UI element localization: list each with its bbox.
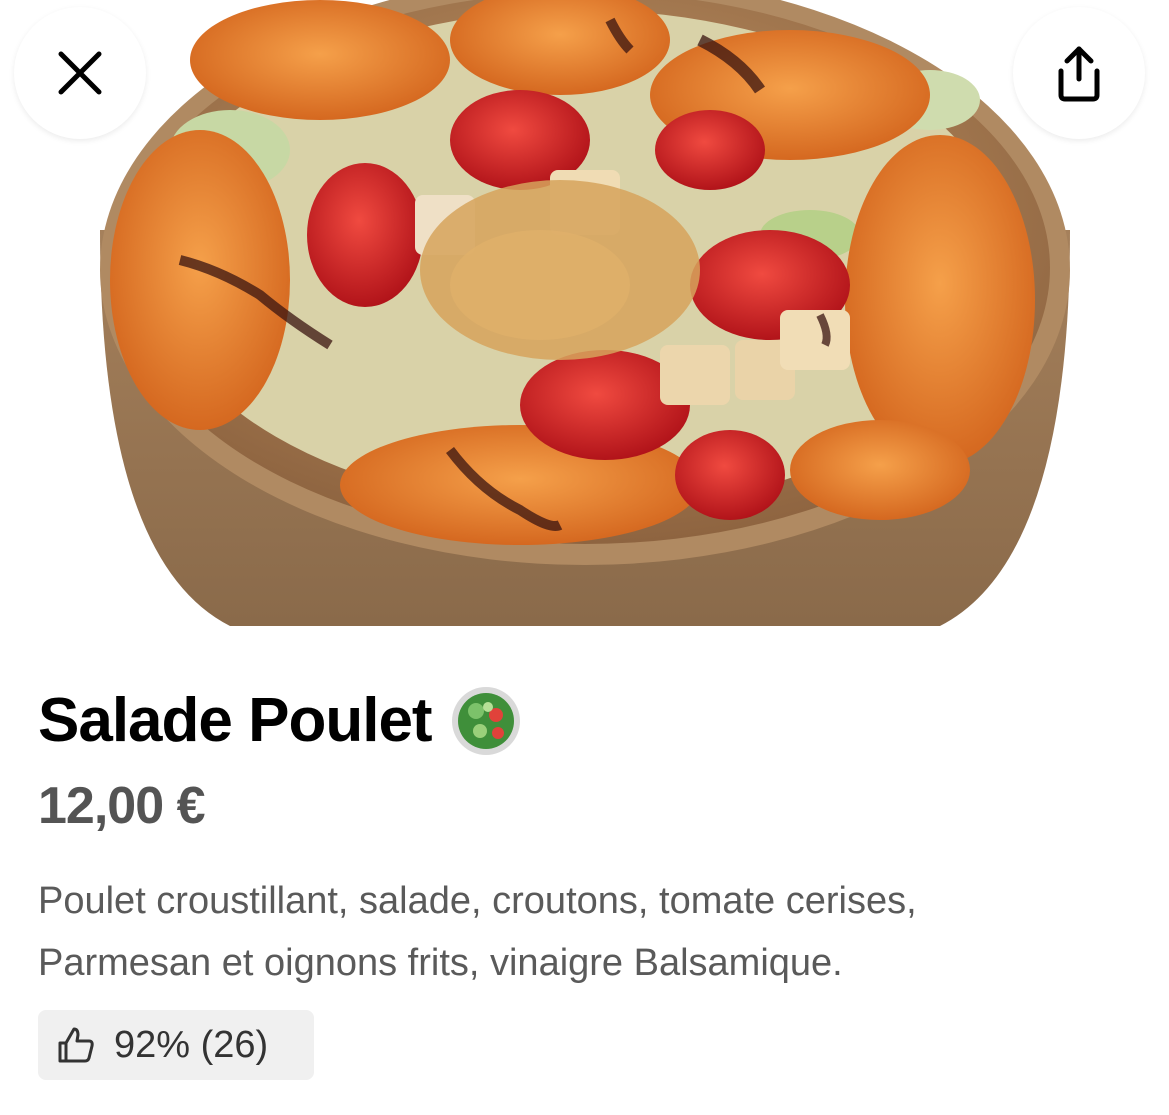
- green-salad-emoji: [451, 687, 520, 755]
- rating-badge: 92% (26): [38, 1010, 314, 1080]
- description-line: Parmesan et oignons frits, vinaigre Bals…: [38, 942, 843, 984]
- salad-bowl-photo: [0, 0, 1169, 626]
- product-price: 12,00 €: [38, 777, 205, 835]
- product-image: [0, 0, 1169, 626]
- share-icon: [1058, 46, 1100, 102]
- description-line: Poulet croustillant, salade, croutons, t…: [38, 880, 917, 922]
- title-row: Salade Poulet: [38, 676, 522, 766]
- share-button[interactable]: [1013, 7, 1145, 139]
- thumbs-up-icon: [58, 1027, 94, 1063]
- product-description: Poulet croustillant, salade, croutons, t…: [38, 870, 1128, 994]
- close-button[interactable]: [14, 7, 146, 139]
- close-icon: [58, 51, 102, 95]
- product-title: Salade Poulet: [38, 686, 433, 755]
- rating-text: 92% (26): [114, 1024, 269, 1066]
